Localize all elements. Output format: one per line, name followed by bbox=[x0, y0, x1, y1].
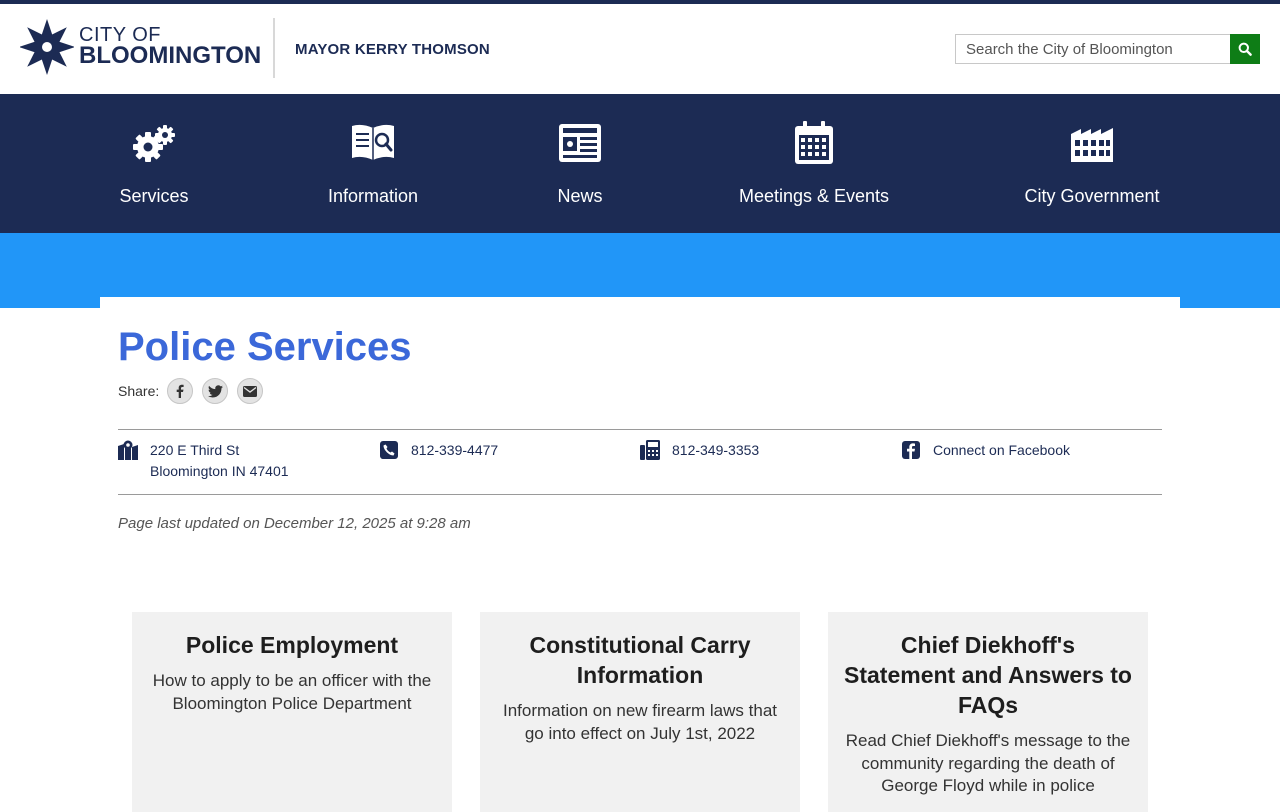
phone-link[interactable]: 812-339-4477 bbox=[411, 440, 498, 461]
logo-text-bloomington: BLOOMINGTON bbox=[79, 42, 262, 69]
nav-item-information[interactable]: Information bbox=[298, 94, 448, 233]
nav-item-city-government[interactable]: City Government bbox=[1012, 94, 1172, 233]
card-title: Chief Diekhoff's Statement and Answers t… bbox=[844, 632, 1132, 718]
gears-icon bbox=[133, 125, 175, 162]
nav-label-news: News bbox=[557, 186, 603, 206]
nav-item-meetings-events[interactable]: Meetings & Events bbox=[724, 94, 904, 233]
card-title: Police Employment bbox=[185, 632, 399, 658]
facebook-icon bbox=[176, 384, 184, 398]
mayor-link[interactable]: MAYOR KERRY THOMSON bbox=[295, 41, 490, 58]
twitter-icon bbox=[207, 384, 223, 397]
header-divider bbox=[273, 18, 275, 78]
share-email-button[interactable] bbox=[237, 378, 264, 404]
newspaper-icon bbox=[559, 124, 601, 162]
contact-info-bar: 220 E Third St Bloomington IN 47401 812-… bbox=[118, 429, 1162, 495]
search-input[interactable] bbox=[955, 34, 1231, 64]
nav-item-news[interactable]: News bbox=[520, 94, 640, 233]
nav-label-information: Information bbox=[327, 186, 419, 206]
address-line-1: 220 E Third St bbox=[150, 442, 240, 458]
search-button[interactable] bbox=[1230, 34, 1260, 64]
card-description: How to apply to be an officer with the B… bbox=[152, 671, 432, 713]
card-description: Read Chief Diekhoff's message to the com… bbox=[845, 731, 1131, 795]
contact-facebook: Connect on Facebook bbox=[901, 440, 1070, 461]
share-label: Share: bbox=[118, 383, 160, 399]
calendar-icon bbox=[795, 121, 833, 164]
contact-fax: 812-349-3353 bbox=[640, 440, 759, 461]
address-line-2: Bloomington IN 47401 bbox=[150, 463, 289, 479]
bloomington-star-logo-icon bbox=[20, 19, 74, 75]
share-facebook-button[interactable] bbox=[167, 378, 194, 404]
map-marker-icon bbox=[118, 440, 138, 460]
card-police-employment[interactable]: Police Employment How to apply to be an … bbox=[132, 612, 452, 812]
phone-icon bbox=[380, 441, 398, 459]
search-icon bbox=[1238, 42, 1252, 56]
page-title: Police Services bbox=[118, 325, 412, 369]
site-header: CITY OF BLOOMINGTON MAYOR KERRY THOMSON bbox=[0, 4, 1280, 94]
main-nav: Services Information News Meetings & Eve… bbox=[0, 94, 1280, 233]
facebook-square-icon bbox=[902, 441, 920, 459]
share-twitter-button[interactable] bbox=[202, 378, 229, 404]
nav-label-meetings-events: Meetings & Events bbox=[738, 186, 890, 206]
contact-phone: 812-339-4477 bbox=[379, 440, 498, 461]
facebook-link[interactable]: Connect on Facebook bbox=[933, 440, 1070, 461]
nav-label-services: Services bbox=[119, 186, 189, 206]
card-constitutional-carry[interactable]: Constitutional Carry Information Informa… bbox=[480, 612, 800, 812]
site-search bbox=[955, 34, 1260, 64]
last-updated-text: Page last updated on December 12, 2025 a… bbox=[118, 515, 471, 532]
fax-icon bbox=[640, 440, 660, 460]
share-bar: Share: bbox=[118, 377, 272, 405]
contact-address: 220 E Third St Bloomington IN 47401 bbox=[118, 440, 289, 482]
city-logo-link[interactable]: CITY OF BLOOMINGTON bbox=[20, 18, 262, 76]
card-title: Constitutional Carry Information bbox=[529, 632, 751, 688]
main-content: Police Services Share: 220 E Third St Bl… bbox=[100, 297, 1180, 812]
building-icon bbox=[1071, 128, 1113, 162]
card-chief-statement[interactable]: Chief Diekhoff's Statement and Answers t… bbox=[828, 612, 1148, 812]
book-search-icon bbox=[352, 124, 394, 160]
email-icon bbox=[243, 385, 258, 397]
nav-label-city-government: City Government bbox=[1024, 186, 1160, 206]
card-description: Information on new firearm laws that go … bbox=[502, 701, 777, 743]
nav-item-services[interactable]: Services bbox=[84, 94, 224, 233]
fax-link[interactable]: 812-349-3353 bbox=[672, 440, 759, 461]
